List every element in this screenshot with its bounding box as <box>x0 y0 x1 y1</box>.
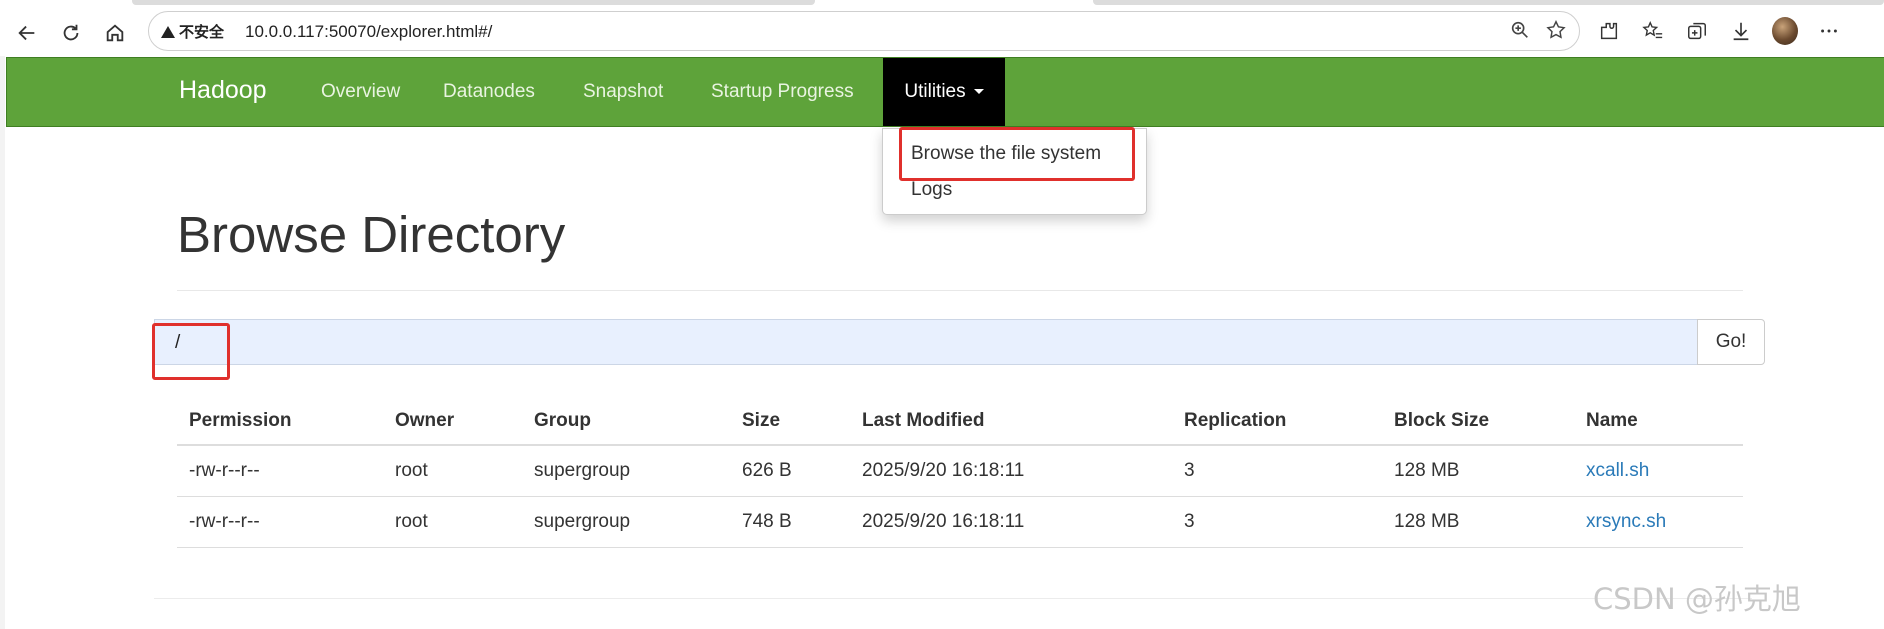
title-divider <box>177 290 1743 291</box>
watermark-text: CSDN @孙克旭 <box>1593 582 1801 616</box>
nav-snapshot[interactable]: Snapshot <box>563 58 683 126</box>
highlight-box-browse <box>899 127 1135 181</box>
col-name[interactable]: Name <box>1574 398 1743 446</box>
col-replication[interactable]: Replication <box>1172 398 1382 446</box>
cell-last-modified: 2025/9/20 16:18:11 <box>850 445 1172 497</box>
footer-divider <box>154 598 1752 599</box>
reload-icon[interactable] <box>56 18 86 48</box>
file-listing-table: Permission Owner Group Size Last Modifie… <box>177 398 1743 548</box>
profile-avatar[interactable] <box>1772 17 1798 45</box>
nav-utilities[interactable]: Utilities <box>883 58 1005 126</box>
hadoop-navbar: Hadoop Overview Datanodes Snapshot Start… <box>6 57 1884 127</box>
go-button[interactable]: Go! <box>1697 319 1765 365</box>
nav-startup-progress[interactable]: Startup Progress <box>691 58 874 126</box>
cell-permission: -rw-r--r-- <box>177 496 383 548</box>
col-owner[interactable]: Owner <box>383 398 522 446</box>
col-group[interactable]: Group <box>522 398 730 446</box>
collections-icon[interactable] <box>1684 18 1710 44</box>
extensions-icon[interactable] <box>1596 18 1622 44</box>
nav-overview[interactable]: Overview <box>301 58 420 126</box>
downloads-icon[interactable] <box>1728 18 1754 44</box>
nav-utilities-label: Utilities <box>904 81 966 102</box>
security-indicator[interactable]: 不安全 <box>161 21 224 42</box>
warning-icon <box>161 25 175 38</box>
table-row: -rw-r--r-- root supergroup 626 B 2025/9/… <box>177 445 1743 497</box>
file-link[interactable]: xcall.sh <box>1586 460 1649 481</box>
nav-datanodes[interactable]: Datanodes <box>423 58 555 126</box>
cell-owner: root <box>383 496 522 548</box>
brand-link[interactable]: Hadoop <box>179 76 267 105</box>
highlight-box-path <box>152 323 230 380</box>
directory-path-input[interactable]: / <box>154 319 1698 365</box>
favorite-star-icon[interactable] <box>1545 19 1567 46</box>
url-text[interactable]: 10.0.0.117:50070/explorer.html#/ <box>245 22 492 42</box>
cell-group: supergroup <box>522 445 730 497</box>
favorites-icon[interactable] <box>1640 18 1666 44</box>
cell-last-modified: 2025/9/20 16:18:11 <box>850 496 1172 548</box>
table-row: -rw-r--r-- root supergroup 748 B 2025/9/… <box>177 496 1743 548</box>
tab-strip <box>0 0 1884 6</box>
col-block-size[interactable]: Block Size <box>1382 398 1574 446</box>
cell-replication: 3 <box>1172 445 1382 497</box>
caret-down-icon <box>973 89 984 95</box>
more-menu-icon[interactable] <box>1816 18 1842 44</box>
cell-block-size: 128 MB <box>1382 445 1574 497</box>
cell-permission: -rw-r--r-- <box>177 445 383 497</box>
cell-name: xcall.sh <box>1574 445 1743 497</box>
cell-group: supergroup <box>522 496 730 548</box>
menu-item-logs[interactable]: Logs <box>911 179 952 201</box>
home-icon[interactable] <box>100 18 130 48</box>
cell-replication: 3 <box>1172 496 1382 548</box>
table-header-row: Permission Owner Group Size Last Modifie… <box>177 398 1743 446</box>
col-permission[interactable]: Permission <box>177 398 383 446</box>
security-label: 不安全 <box>179 24 225 41</box>
window-edge <box>0 56 5 629</box>
page-title: Browse Directory <box>177 206 566 263</box>
col-last-modified[interactable]: Last Modified <box>850 398 1172 446</box>
zoom-icon[interactable] <box>1509 19 1531 46</box>
cell-size: 748 B <box>730 496 850 548</box>
file-link[interactable]: xrsync.sh <box>1586 511 1666 532</box>
col-size[interactable]: Size <box>730 398 850 446</box>
cell-block-size: 128 MB <box>1382 496 1574 548</box>
cell-owner: root <box>383 445 522 497</box>
cell-size: 626 B <box>730 445 850 497</box>
address-bar[interactable]: 不安全 10.0.0.117:50070/explorer.html#/ <box>148 11 1580 51</box>
cell-name: xrsync.sh <box>1574 496 1743 548</box>
back-icon[interactable] <box>12 18 42 48</box>
browser-toolbar: 不安全 10.0.0.117:50070/explorer.html#/ <box>0 8 1884 56</box>
